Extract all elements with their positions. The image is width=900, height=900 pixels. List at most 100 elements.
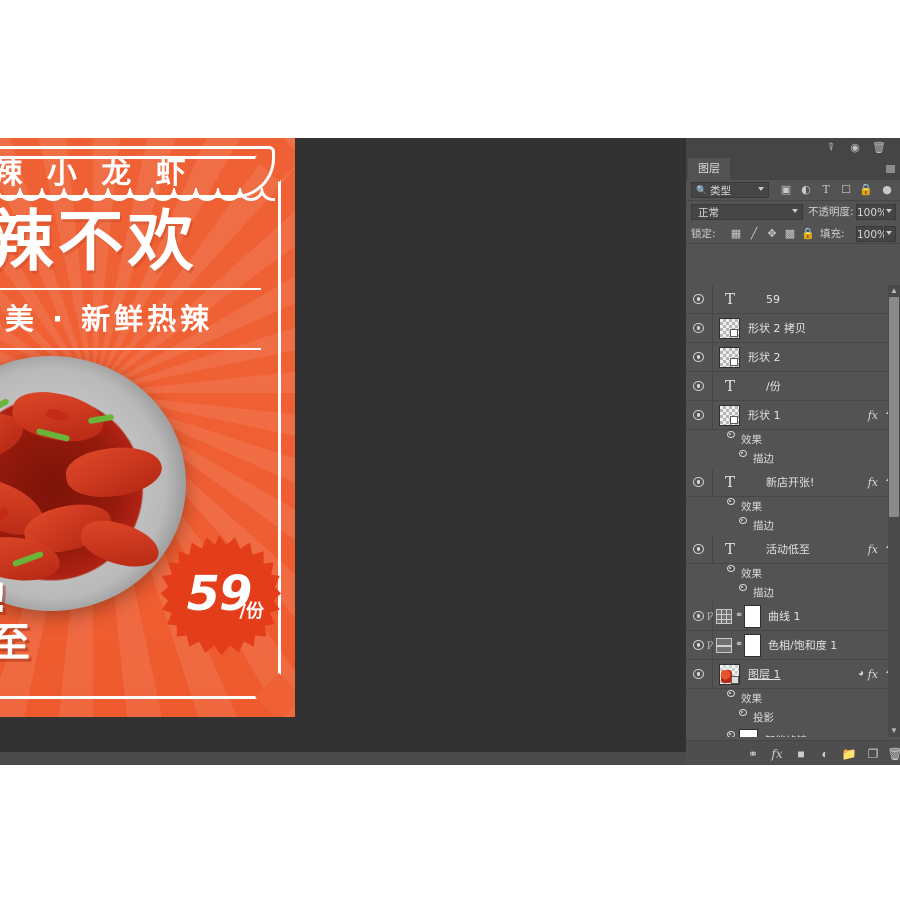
layer-mask-thumbnail[interactable]	[744, 634, 761, 657]
delete-icon[interactable]: 🗑	[872, 141, 886, 155]
eye-icon[interactable]	[692, 352, 705, 362]
opacity-stepper[interactable]	[884, 204, 896, 220]
smart-filter-mask-thumbnail[interactable]	[739, 729, 758, 737]
eye-icon[interactable]	[726, 431, 735, 438]
lock-transparent-pixels-icon[interactable]: ▦	[728, 226, 744, 242]
effects-group-row[interactable]: 效果	[686, 564, 900, 583]
smart-object-filter-icon[interactable]: 🔒	[858, 182, 874, 198]
layer-row-layer1[interactable]: 图层 1 ◕ fx	[686, 660, 900, 689]
eye-icon[interactable]	[726, 690, 735, 697]
pixel-layer-filter-icon[interactable]: ▣	[778, 182, 794, 198]
lock-position-icon[interactable]: ✥	[764, 226, 780, 242]
lock-all-icon[interactable]: 🔒	[800, 226, 816, 242]
fill-stepper[interactable]	[884, 226, 896, 242]
tab-layers[interactable]: 图层	[688, 158, 730, 180]
layer-row-shape2[interactable]: 形状 2	[686, 343, 900, 372]
layer-row-curves1[interactable]: ƿ ⚭ 曲线 1	[686, 602, 900, 631]
link-mask-icon[interactable]: ⚭	[735, 610, 743, 622]
lock-artboard-nesting-icon[interactable]: ▩	[782, 226, 798, 242]
adjustment-layer-filter-icon[interactable]: ◐	[798, 182, 814, 198]
opacity-value[interactable]: 100%	[856, 204, 887, 220]
layer-name: 59	[766, 293, 780, 306]
type-layer-filter-icon[interactable]: T	[818, 182, 834, 198]
effect-row-stroke[interactable]: 描边	[686, 583, 900, 602]
effect-label: 描边	[753, 520, 774, 532]
bottom-white-margin	[0, 765, 900, 900]
effects-group-row[interactable]: 效果	[686, 689, 900, 708]
smart-object-thumbnail[interactable]	[719, 664, 740, 685]
layer-mask-thumbnail[interactable]	[744, 605, 761, 628]
effects-group-row[interactable]: 效果	[686, 430, 900, 449]
shape-layer-thumbnail[interactable]	[719, 318, 740, 339]
layer-row-xindiankaizhang[interactable]: T 新店开张! fx	[686, 468, 900, 497]
eye-icon[interactable]	[738, 517, 747, 524]
effect-row-stroke[interactable]: 描边	[686, 516, 900, 535]
add-layer-style-icon[interactable]: fx	[768, 746, 786, 762]
eye-icon[interactable]	[692, 381, 705, 391]
filter-type-select[interactable]: 🔍 类型	[691, 182, 769, 198]
fill-value[interactable]: 100%	[856, 226, 887, 242]
effects-group-row[interactable]: 效果	[686, 497, 900, 516]
layer-fx-icon[interactable]: fx	[868, 543, 878, 556]
hue-saturation-adjustment-icon[interactable]	[716, 638, 732, 653]
new-group-icon[interactable]: 📁	[840, 746, 858, 762]
eye-icon[interactable]	[726, 565, 735, 572]
eye-icon[interactable]	[738, 584, 747, 591]
filter-toggle-icon[interactable]: ●	[879, 182, 895, 198]
eye-icon[interactable]	[692, 294, 705, 304]
shape-layer-thumbnail[interactable]	[719, 347, 740, 368]
poster-headline: 辣不欢	[0, 203, 198, 280]
eye-icon[interactable]	[738, 709, 747, 716]
camera-snapshot-icon[interactable]: ◉	[848, 141, 862, 155]
eye-icon[interactable]	[738, 450, 747, 457]
new-layer-from-state-icon[interactable]: ⍒	[824, 141, 838, 155]
effects-label: 效果	[741, 501, 762, 513]
blend-mode-select[interactable]: 正常	[691, 204, 803, 220]
promo-line-2: 动低至	[0, 620, 32, 666]
shape-layer-filter-icon[interactable]: ☐	[838, 182, 854, 198]
type-layer-icon: T	[724, 290, 735, 308]
scroll-up-icon[interactable]: ▲	[888, 285, 900, 297]
effects-label: 效果	[741, 434, 762, 446]
layer-fx-icon[interactable]: fx	[868, 409, 878, 422]
add-layer-mask-icon[interactable]: ■	[792, 746, 810, 762]
eye-icon[interactable]	[692, 323, 705, 333]
effect-row-dropshadow[interactable]: 投影	[686, 708, 900, 727]
layer-row-shape2-copy[interactable]: 形状 2 拷贝	[686, 314, 900, 343]
layer-fx-icon[interactable]: fx	[868, 476, 878, 489]
eye-icon[interactable]	[726, 498, 735, 505]
panel-menu-icon[interactable]	[886, 165, 895, 173]
layer-fx-icon[interactable]: fx	[868, 668, 878, 681]
layer-row-shape1[interactable]: 形状 1 fx	[686, 401, 900, 430]
layer-row-huodongdizhi[interactable]: T 活动低至 fx	[686, 535, 900, 564]
link-mask-icon[interactable]: ⚭	[735, 639, 743, 651]
poster-canvas[interactable]: 辣 小 龙 虾 辣不欢 肥美 · 新鲜热辣	[0, 138, 295, 717]
layers-list[interactable]: T 59 形状 2 拷贝 形状 2 T /份 形状 1 fx 效果 描边 T 新…	[686, 285, 900, 737]
effects-label: 效果	[741, 693, 762, 705]
eye-icon[interactable]	[726, 731, 735, 737]
curves-adjustment-icon[interactable]	[716, 609, 732, 624]
link-layers-icon[interactable]: ⚭	[744, 746, 762, 762]
document-canvas-area[interactable]: 辣 小 龙 虾 辣不欢 肥美 · 新鲜热辣	[0, 138, 686, 752]
eye-icon[interactable]	[692, 640, 705, 650]
layers-list-scrollbar[interactable]: ▲ ▼	[888, 285, 900, 737]
layer-name: 曲线 1	[768, 610, 801, 623]
eye-icon[interactable]	[692, 611, 705, 621]
delete-layer-icon[interactable]: 🗑	[886, 746, 900, 762]
promo-line-1: 开张!	[0, 577, 136, 621]
smart-filters-row[interactable]: 智能滤镜	[686, 727, 900, 737]
eye-icon[interactable]	[692, 477, 705, 487]
eye-icon[interactable]	[692, 410, 705, 420]
shape-layer-thumbnail[interactable]	[719, 405, 740, 426]
lock-image-pixels-icon[interactable]: ╱	[746, 226, 762, 242]
scrollbar-thumb[interactable]	[889, 297, 899, 517]
new-layer-icon[interactable]: ❐	[864, 746, 882, 762]
layer-row-fen[interactable]: T /份	[686, 372, 900, 401]
eye-icon[interactable]	[692, 544, 705, 554]
eye-icon[interactable]	[692, 669, 705, 679]
layer-row-huesaturation1[interactable]: ƿ ⚭ 色相/饱和度 1	[686, 631, 900, 660]
scroll-down-icon[interactable]: ▼	[888, 725, 900, 737]
effect-row-stroke[interactable]: 描边	[686, 449, 900, 468]
new-adjustment-layer-icon[interactable]: ◐	[816, 746, 834, 762]
layer-row-59[interactable]: T 59	[686, 285, 900, 314]
